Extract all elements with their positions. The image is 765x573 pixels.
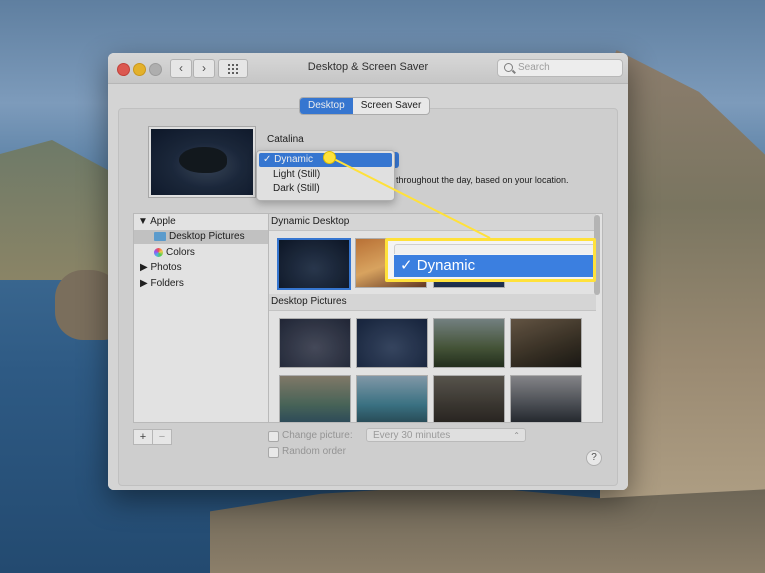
callout-connector [329, 156, 491, 239]
callout-line [329, 156, 491, 239]
zoom-menu-edge [394, 244, 593, 254]
callout-dot [323, 151, 336, 164]
zoom-callout: ✓ Dynamic [385, 238, 596, 282]
zoom-menu-item-dynamic: ✓ Dynamic [394, 255, 593, 277]
